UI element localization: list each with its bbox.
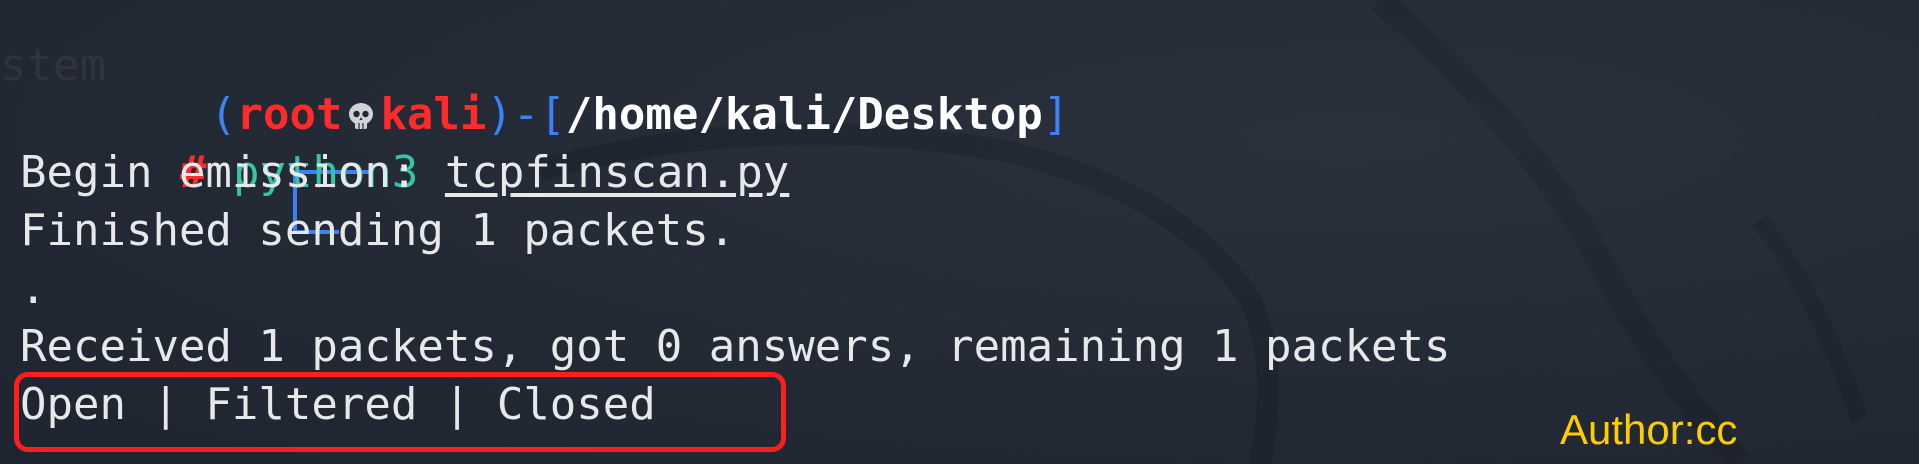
author-watermark: Author:cc: [1560, 406, 1738, 453]
command-line[interactable]: # python3 tcpfinscan.py: [20, 86, 789, 234]
prompt-header: (root kali)-[/home/kali/Desktop]: [20, 28, 1069, 202]
result-highlight-box: [14, 372, 786, 452]
output-line-received: Received 1 packets, got 0 answers, remai…: [20, 321, 1451, 372]
command-argument: tcpfinscan.py: [444, 147, 790, 198]
terminal-window[interactable]: stem (root kali)-[/home/kali/Desktop] # …: [0, 0, 1919, 464]
output-line-finished: Finished sending 1 packets.: [20, 205, 736, 256]
prompt-close-bracket: ]: [1042, 89, 1070, 140]
output-line-begin: Begin emission:: [20, 147, 418, 198]
output-line-dot: .: [20, 263, 47, 314]
